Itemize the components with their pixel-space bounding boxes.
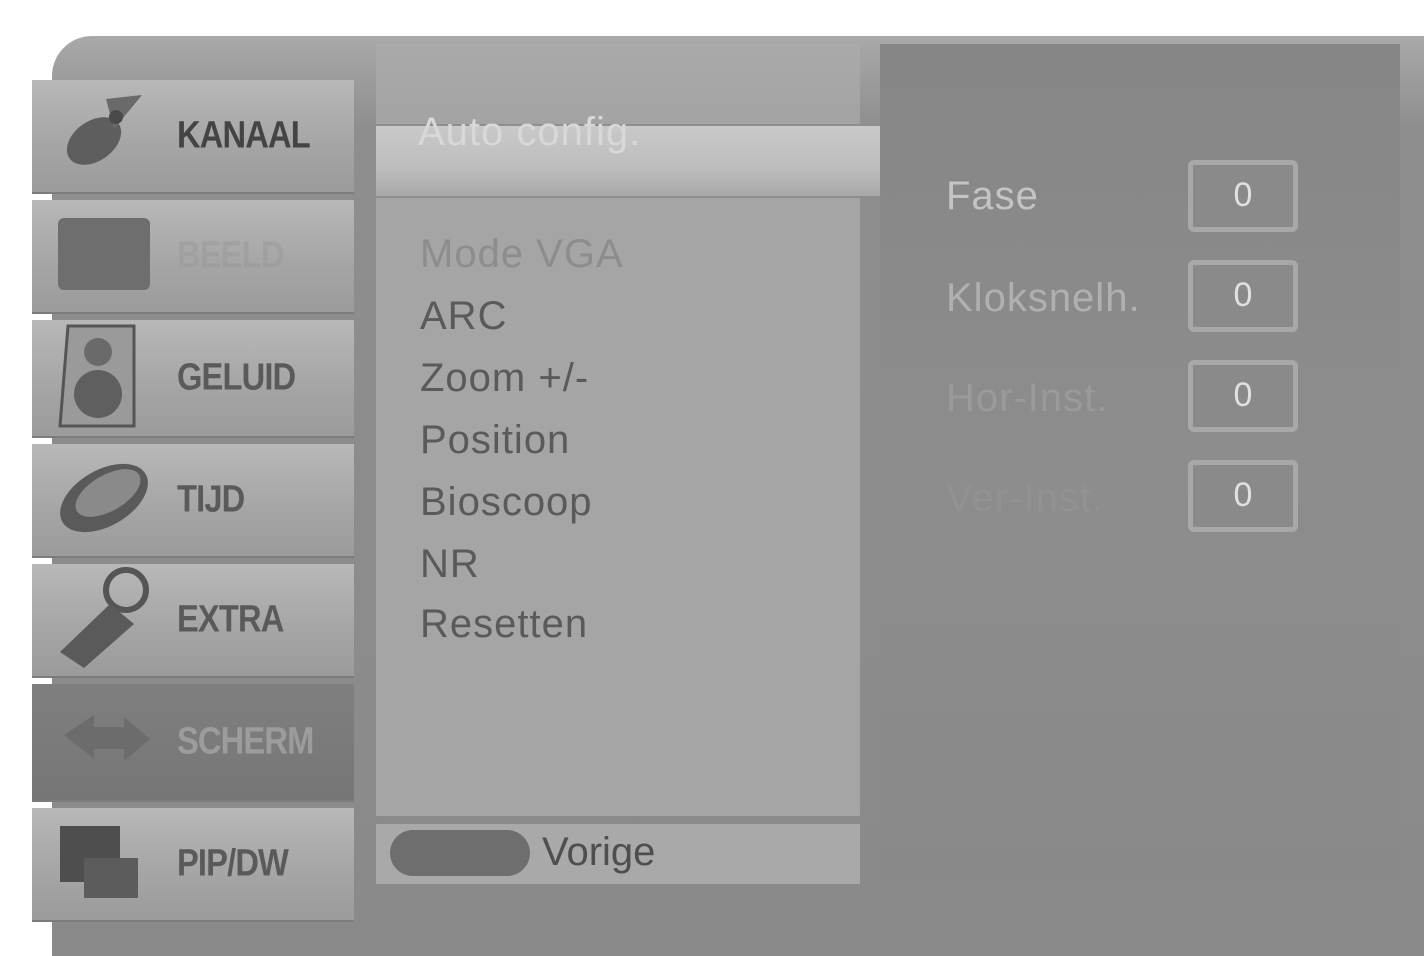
setting-value-kloksnelh[interactable]: 0: [1188, 260, 1298, 332]
menu-item-nr[interactable]: NR: [420, 542, 480, 587]
screen-arrows-icon: [54, 695, 154, 789]
setting-value-hor-inst[interactable]: 0: [1188, 360, 1298, 432]
menu-item-zoom[interactable]: Zoom +/-: [420, 356, 589, 401]
setting-value-fase[interactable]: 0: [1188, 160, 1298, 232]
clock-icon: [54, 453, 154, 547]
category-label: BEELD: [177, 234, 284, 277]
speaker-icon: [54, 322, 144, 434]
menu-item-resetten[interactable]: Resetten: [420, 602, 588, 647]
setting-label-fase: Fase: [946, 174, 1039, 218]
satellite-dish-icon: [54, 89, 144, 183]
setting-label-hor-inst: Hor-Inst.: [946, 376, 1109, 420]
menu-item-position[interactable]: Position: [420, 418, 570, 463]
category-extra[interactable]: EXTRA: [32, 564, 354, 678]
category-label: KANAAL: [177, 114, 311, 157]
back-button-indicator[interactable]: [390, 830, 530, 876]
setting-label-kloksnelh: Kloksnelh.: [946, 276, 1141, 320]
category-scherm[interactable]: SCHERM: [32, 684, 354, 802]
category-label: TIJD: [177, 478, 245, 521]
category-kanaal[interactable]: KANAAL: [32, 80, 354, 194]
menu-item-auto-config[interactable]: Auto config.: [418, 110, 641, 155]
setting-label-ver-inst: Ver-Inst.: [946, 476, 1104, 520]
pip-icon: [54, 822, 144, 906]
picture-icon: [54, 214, 154, 298]
menu-item-arc[interactable]: ARC: [420, 294, 507, 339]
settings-panel: [880, 44, 1400, 884]
key-tag-icon: [54, 566, 154, 674]
category-geluid[interactable]: GELUID: [32, 320, 354, 438]
category-tijd[interactable]: TIJD: [32, 444, 354, 558]
category-beeld[interactable]: BEELD: [32, 200, 354, 314]
category-label: PIP/DW: [177, 842, 289, 885]
category-label: EXTRA: [177, 598, 284, 641]
category-pipdw[interactable]: PIP/DW: [32, 808, 354, 922]
category-label: SCHERM: [177, 720, 314, 763]
back-button-label[interactable]: Vorige: [542, 830, 655, 875]
setting-value-ver-inst[interactable]: 0: [1188, 460, 1298, 532]
menu-item-bioscoop[interactable]: Bioscoop: [420, 480, 593, 525]
category-label: GELUID: [177, 356, 296, 399]
menu-item-mode-vga[interactable]: Mode VGA: [420, 232, 624, 277]
